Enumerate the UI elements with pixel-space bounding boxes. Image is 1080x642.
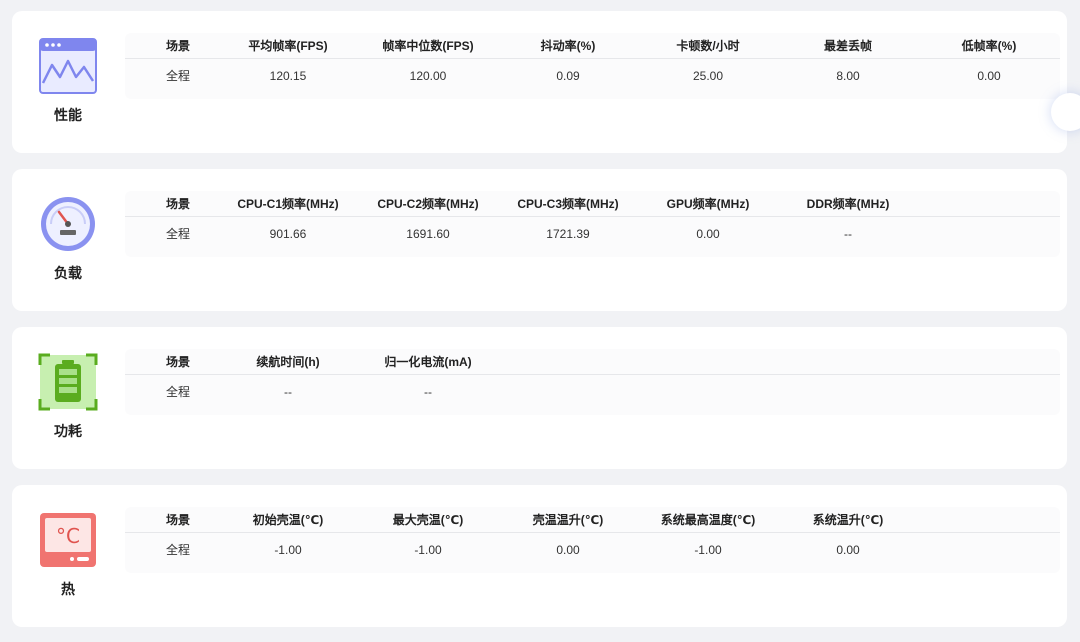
icon-text: °C <box>56 524 80 548</box>
data-cell: 901.66 <box>269 227 307 241</box>
header-cell: GPU频率(MHz) <box>666 197 750 211</box>
header-cell: 系统最高温度(℃) <box>660 513 756 527</box>
header-cell: 续航时间(h) <box>256 355 320 369</box>
header-cell: 最差丢帧 <box>823 39 872 53</box>
header-cell: 系统温升(℃) <box>812 513 884 527</box>
header-cell: CPU-C1频率(MHz) <box>237 197 339 211</box>
header-cell: CPU-C2频率(MHz) <box>377 197 479 211</box>
data-cell: -1.00 <box>414 543 442 557</box>
table-header: 场景 平均帧率(FPS) 帧率中位数(FPS) 抖动率(%) 卡顿数/小时 最差… <box>125 33 1060 59</box>
section-title: 热 <box>61 581 75 597</box>
report-page: 性能 场景 平均帧率(FPS) 帧率中位数(FPS) 抖动率(%) 卡顿数/小时… <box>0 0 1080 642</box>
header-cell: CPU-C3频率(MHz) <box>517 197 619 211</box>
header-cell: 最大壳温(℃) <box>392 513 464 527</box>
data-cell: -- <box>424 385 432 399</box>
table-header: 场景 初始壳温(℃) 最大壳温(℃) 壳温温升(℃) 系统最高温度(℃) 系统温… <box>125 507 1060 533</box>
data-cell: 8.00 <box>836 69 860 83</box>
data-cell: 0.00 <box>977 69 1001 83</box>
section-title: 负载 <box>54 265 82 281</box>
table-row: 全程 -- -- <box>125 379 1060 405</box>
floating-action-button[interactable] <box>1051 93 1080 131</box>
section-title: 性能 <box>54 107 82 123</box>
performance-chart-icon <box>38 37 98 95</box>
data-cell: -- <box>284 385 292 399</box>
header-cell: 帧率中位数(FPS) <box>382 39 474 53</box>
thermal-card: °C 热 场景 初始壳温(℃) 最大壳温(℃) 壳温温升(℃) 系统最高温度(℃… <box>12 485 1067 627</box>
data-cell: 120.00 <box>409 69 447 83</box>
data-cell: 0.00 <box>696 227 720 241</box>
header-cell: 壳温温升(℃) <box>532 513 604 527</box>
section-title: 功耗 <box>54 423 82 439</box>
header-cell: 低帧率(%) <box>961 39 1017 53</box>
data-cell: -1.00 <box>694 543 722 557</box>
data-cell: -1.00 <box>274 543 302 557</box>
data-cell: 0.00 <box>836 543 860 557</box>
table-header: 场景 CPU-C1频率(MHz) CPU-C2频率(MHz) CPU-C3频率(… <box>125 191 1060 217</box>
load-card: 负载 场景 CPU-C1频率(MHz) CPU-C2频率(MHz) CPU-C3… <box>12 169 1067 311</box>
power-card: 功耗 场景 续航时间(h) 归一化电流(mA) 全程 -- -- <box>12 327 1067 469</box>
data-cell: 120.15 <box>269 69 307 83</box>
header-cell: 卡顿数/小时 <box>676 39 740 53</box>
header-cell: 平均帧率(FPS) <box>248 39 328 53</box>
thermometer-celsius-icon: °C <box>38 511 98 569</box>
thermal-table: 场景 初始壳温(℃) 最大壳温(℃) 壳温温升(℃) 系统最高温度(℃) 系统温… <box>125 507 1060 573</box>
table-row: 全程 901.66 1691.60 1721.39 0.00 -- <box>125 221 1060 247</box>
header-cell: DDR频率(MHz) <box>806 197 890 211</box>
power-table: 场景 续航时间(h) 归一化电流(mA) 全程 -- -- <box>125 349 1060 415</box>
table-row: 全程 120.15 120.00 0.09 25.00 8.00 0.00 <box>125 63 1060 89</box>
data-cell: 25.00 <box>692 69 724 83</box>
performance-table: 场景 平均帧率(FPS) 帧率中位数(FPS) 抖动率(%) 卡顿数/小时 最差… <box>125 33 1060 99</box>
performance-card: 性能 场景 平均帧率(FPS) 帧率中位数(FPS) 抖动率(%) 卡顿数/小时… <box>12 11 1080 153</box>
header-cell: 初始壳温(℃) <box>252 513 324 527</box>
battery-icon <box>38 353 98 411</box>
data-cell: 1721.39 <box>546 227 590 241</box>
data-cell: -- <box>844 227 852 241</box>
header-cell: 抖动率(%) <box>540 39 596 53</box>
load-table: 场景 CPU-C1频率(MHz) CPU-C2频率(MHz) CPU-C3频率(… <box>125 191 1060 257</box>
table-header: 场景 续航时间(h) 归一化电流(mA) <box>125 349 1060 375</box>
header-cell: 归一化电流(mA) <box>384 355 472 369</box>
data-cell: 1691.60 <box>406 227 450 241</box>
data-cell: 0.09 <box>556 69 580 83</box>
table-row: 全程 -1.00 -1.00 0.00 -1.00 0.00 <box>125 537 1060 563</box>
data-cell: 0.00 <box>556 543 580 557</box>
gauge-icon <box>38 195 98 253</box>
